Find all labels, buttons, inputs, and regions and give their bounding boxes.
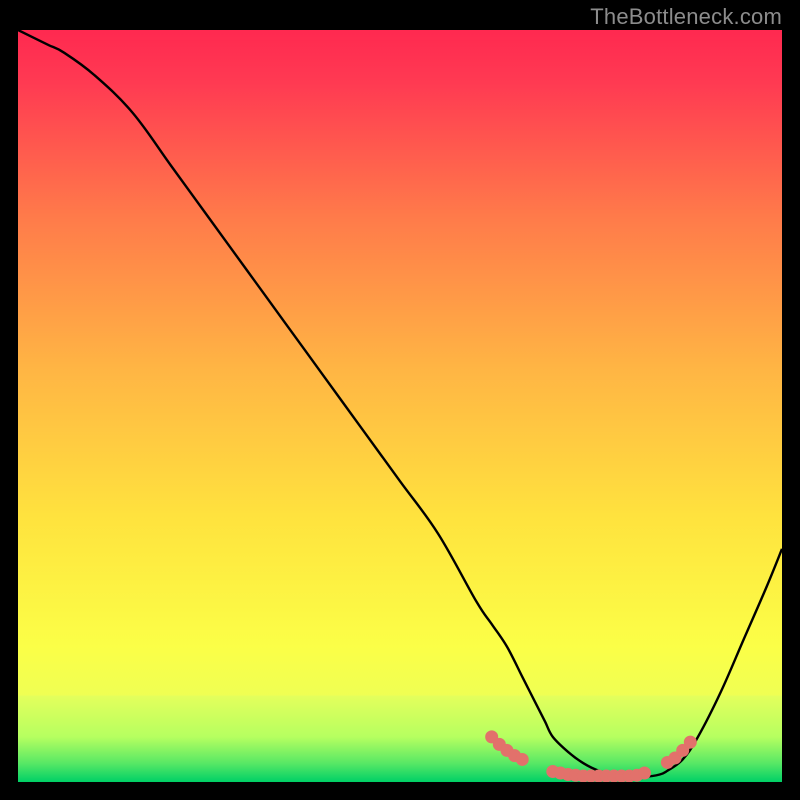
- highlight-dot: [516, 753, 529, 766]
- gradient-background: [18, 30, 782, 782]
- highlight-dot: [684, 736, 697, 749]
- plot-area: [18, 30, 782, 782]
- highlight-dot: [638, 766, 651, 779]
- chart-svg: [18, 30, 782, 782]
- watermark-text: TheBottleneck.com: [590, 4, 782, 30]
- chart-frame: TheBottleneck.com: [0, 0, 800, 800]
